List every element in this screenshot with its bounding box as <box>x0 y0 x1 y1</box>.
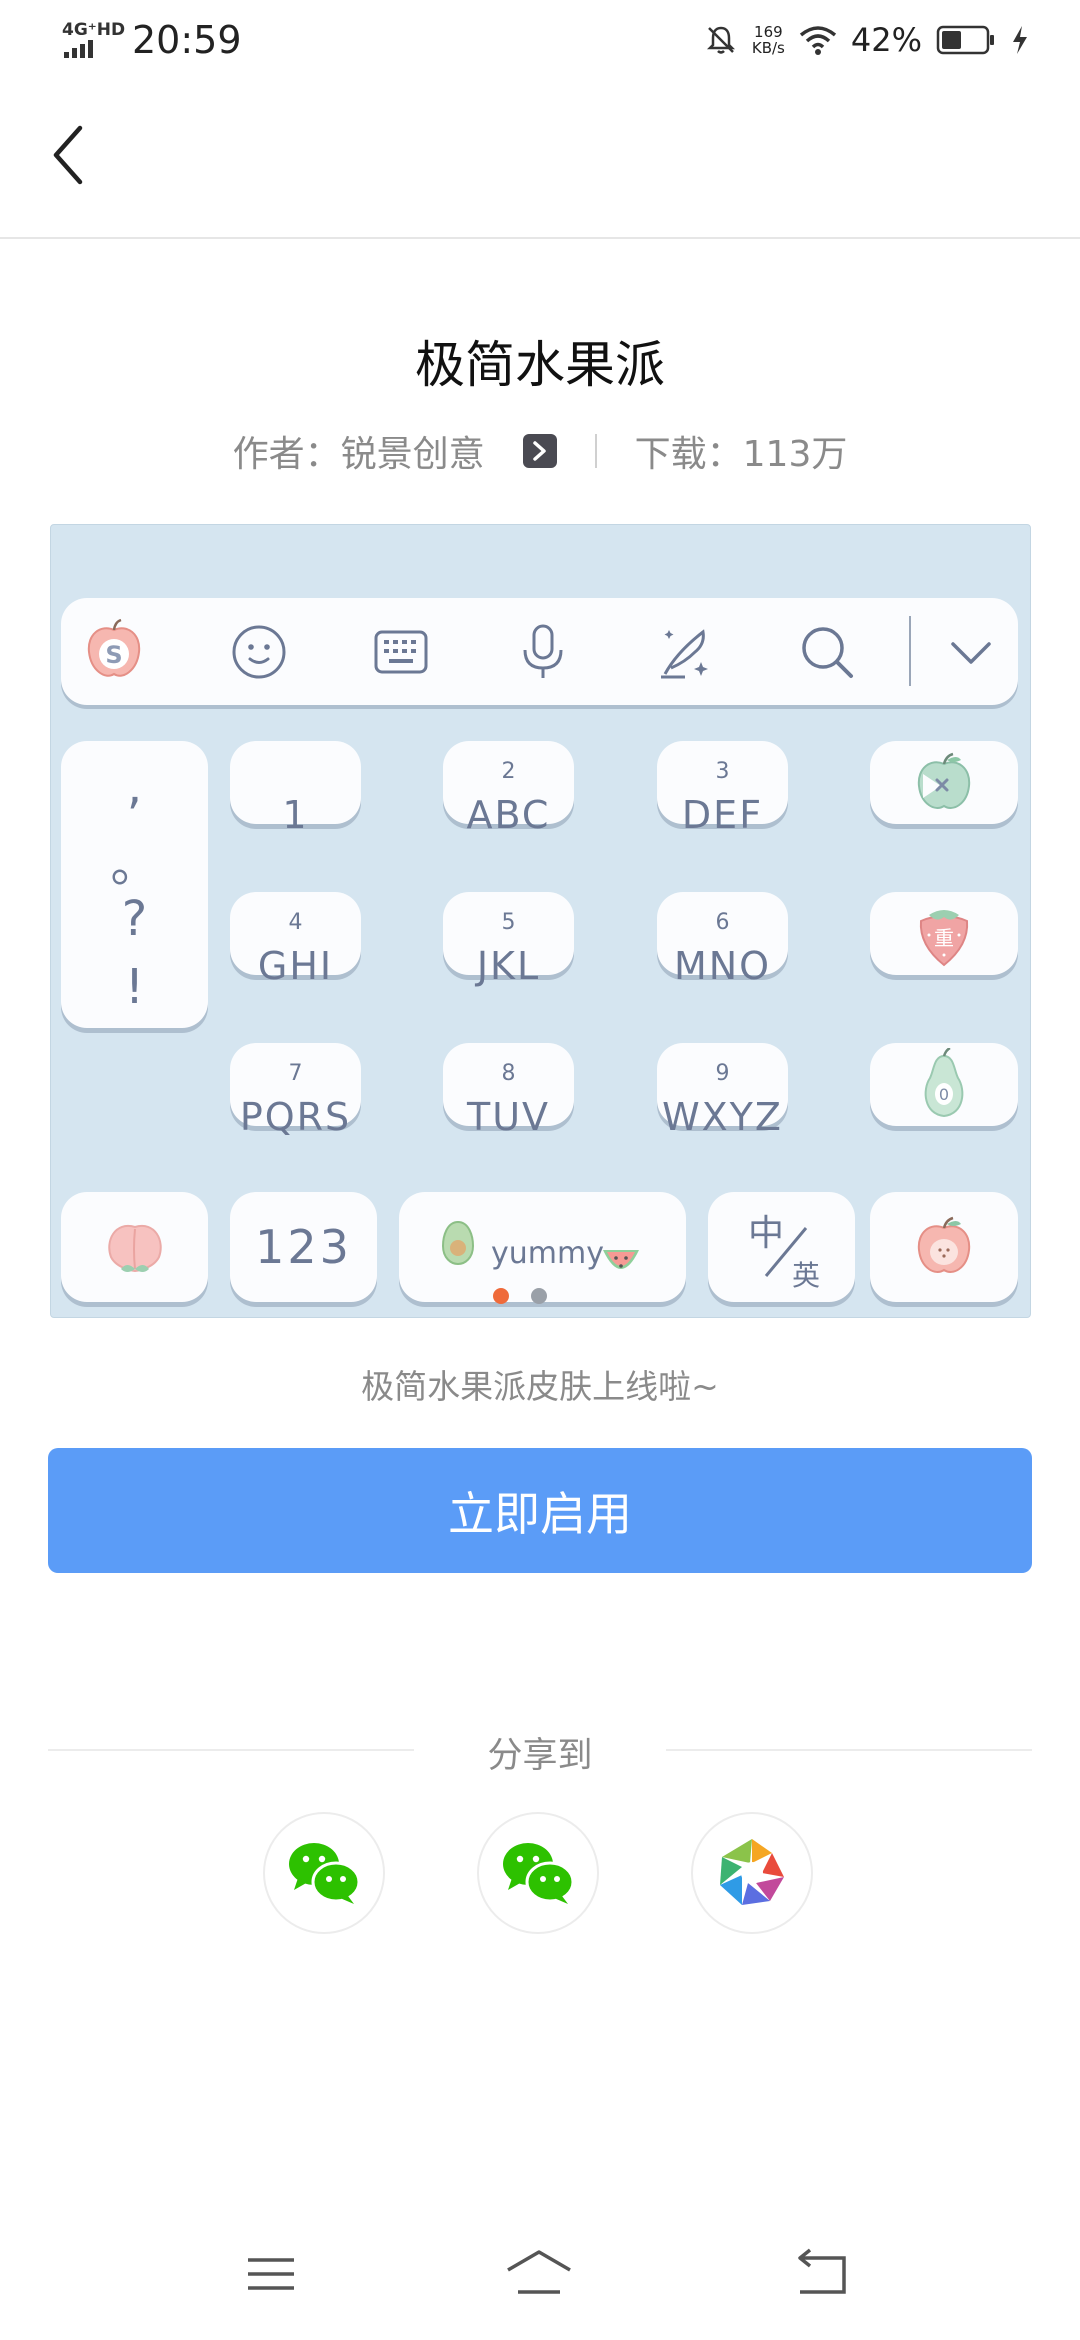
watermelon-icon <box>603 1250 639 1269</box>
network-indicator: 4G⁺HD <box>62 20 125 58</box>
keyboard-icon <box>374 630 428 674</box>
svg-text:S: S <box>105 641 122 669</box>
home-icon <box>507 2250 571 2294</box>
symbol-key <box>61 1192 208 1302</box>
key-9: 9 WXYZ <box>657 1043 788 1139</box>
avocado-icon <box>441 1220 475 1266</box>
search-icon <box>802 627 853 678</box>
key-1: 1 <box>230 741 361 837</box>
battery-icon <box>936 25 994 55</box>
lang-en-label: 英 <box>792 1259 821 1292</box>
menu-icon <box>248 2258 294 2290</box>
key-5: 5 JKL <box>443 892 574 988</box>
microphone-icon <box>523 624 563 678</box>
red-apple-icon <box>917 1216 971 1273</box>
key-7: 7 PQRS <box>230 1043 361 1139</box>
wechat-icon <box>289 1843 361 1904</box>
share-wechat-button[interactable] <box>263 1812 385 1934</box>
mute-bell-icon <box>706 26 735 54</box>
header-divider <box>0 237 1080 239</box>
comma-key: , <box>126 759 143 815</box>
enable-now-button[interactable]: 立即启用 <box>48 1448 1032 1573</box>
key-2: 2 ABC <box>443 741 574 837</box>
album-icon <box>720 1839 784 1905</box>
pear-icon: 0 <box>924 1047 964 1117</box>
key-8: 8 TUV <box>443 1043 574 1139</box>
meta-separator <box>594 434 597 468</box>
keyboard-preview: S , 。 ? ! 1 2 ABC 3 DEF 4 GHI 5 JKL 6 MN… <box>50 524 1031 1318</box>
apple-logo-icon: S <box>87 618 141 677</box>
download-count: 下载：113万 <box>634 434 848 475</box>
menu-nav-button[interactable] <box>236 2244 306 2304</box>
space-key: yummy <box>399 1192 686 1304</box>
reenter-key: 重 <box>870 892 1018 975</box>
key-3: 3 DEF <box>657 741 788 837</box>
language-switch-key: 中 英 <box>708 1192 855 1302</box>
wifi-icon <box>799 26 836 55</box>
green-apple-delete-icon <box>917 752 971 809</box>
keyboard-toolbar: S <box>61 598 1018 705</box>
back-button[interactable] <box>48 120 108 200</box>
key-4: 4 GHI <box>230 892 361 988</box>
question-key: ? <box>121 891 148 947</box>
chevron-down-icon <box>951 642 991 664</box>
author-label[interactable]: 作者：锐景创意 <box>233 425 485 477</box>
handwriting-icon <box>661 629 708 679</box>
toolbar-separator <box>909 616 911 686</box>
share-label: 分享到 <box>487 1736 593 1776</box>
share-album-button[interactable] <box>691 1812 813 1934</box>
skin-caption: 极简水果派皮肤上线啦~ <box>361 1367 719 1406</box>
period-key: 。 <box>110 837 159 893</box>
back-nav-button[interactable] <box>786 2244 856 2304</box>
key-6: 6 MNO <box>657 892 788 988</box>
svg-text:重: 重 <box>934 926 954 950</box>
strawberry-icon: 重 <box>919 909 969 966</box>
clock: 20:59 <box>132 18 242 62</box>
punctuation-column: , 。 ? ! <box>61 741 208 1028</box>
chevron-left-icon <box>53 125 83 185</box>
status-icons: 169 KB/s 42% <box>704 18 1030 62</box>
author-link-button[interactable] <box>522 434 557 468</box>
charging-icon <box>1013 26 1027 54</box>
enter-key <box>870 1192 1018 1302</box>
battery-percent: 42% <box>850 21 922 59</box>
delete-key <box>870 741 1018 824</box>
page-dot-active <box>493 1288 509 1304</box>
page-dot <box>531 1288 547 1304</box>
share-wechat-friend-button[interactable] <box>477 1812 599 1934</box>
space-label: yummy <box>491 1236 604 1271</box>
wechat-moments-icon <box>503 1843 575 1904</box>
exclamation-key: ! <box>124 959 145 1015</box>
numbers-key: 123 <box>230 1192 377 1302</box>
svg-text:0: 0 <box>939 1085 949 1104</box>
chevron-right-icon <box>532 441 546 461</box>
emoji-icon <box>232 625 286 679</box>
signal-icon <box>64 40 93 58</box>
skin-title: 极简水果派 <box>415 336 665 394</box>
status-bar: 4G⁺HD 20:59 169 KB/s 42% <box>0 0 1080 80</box>
return-icon <box>798 2248 846 2294</box>
peach-icon <box>107 1224 162 1273</box>
home-nav-button[interactable] <box>504 2244 574 2304</box>
zero-key: 0 <box>870 1043 1018 1126</box>
network-speed: 169 KB/s <box>751 23 785 57</box>
skin-meta: 作者：锐景创意 下载：113万 <box>0 425 1080 477</box>
